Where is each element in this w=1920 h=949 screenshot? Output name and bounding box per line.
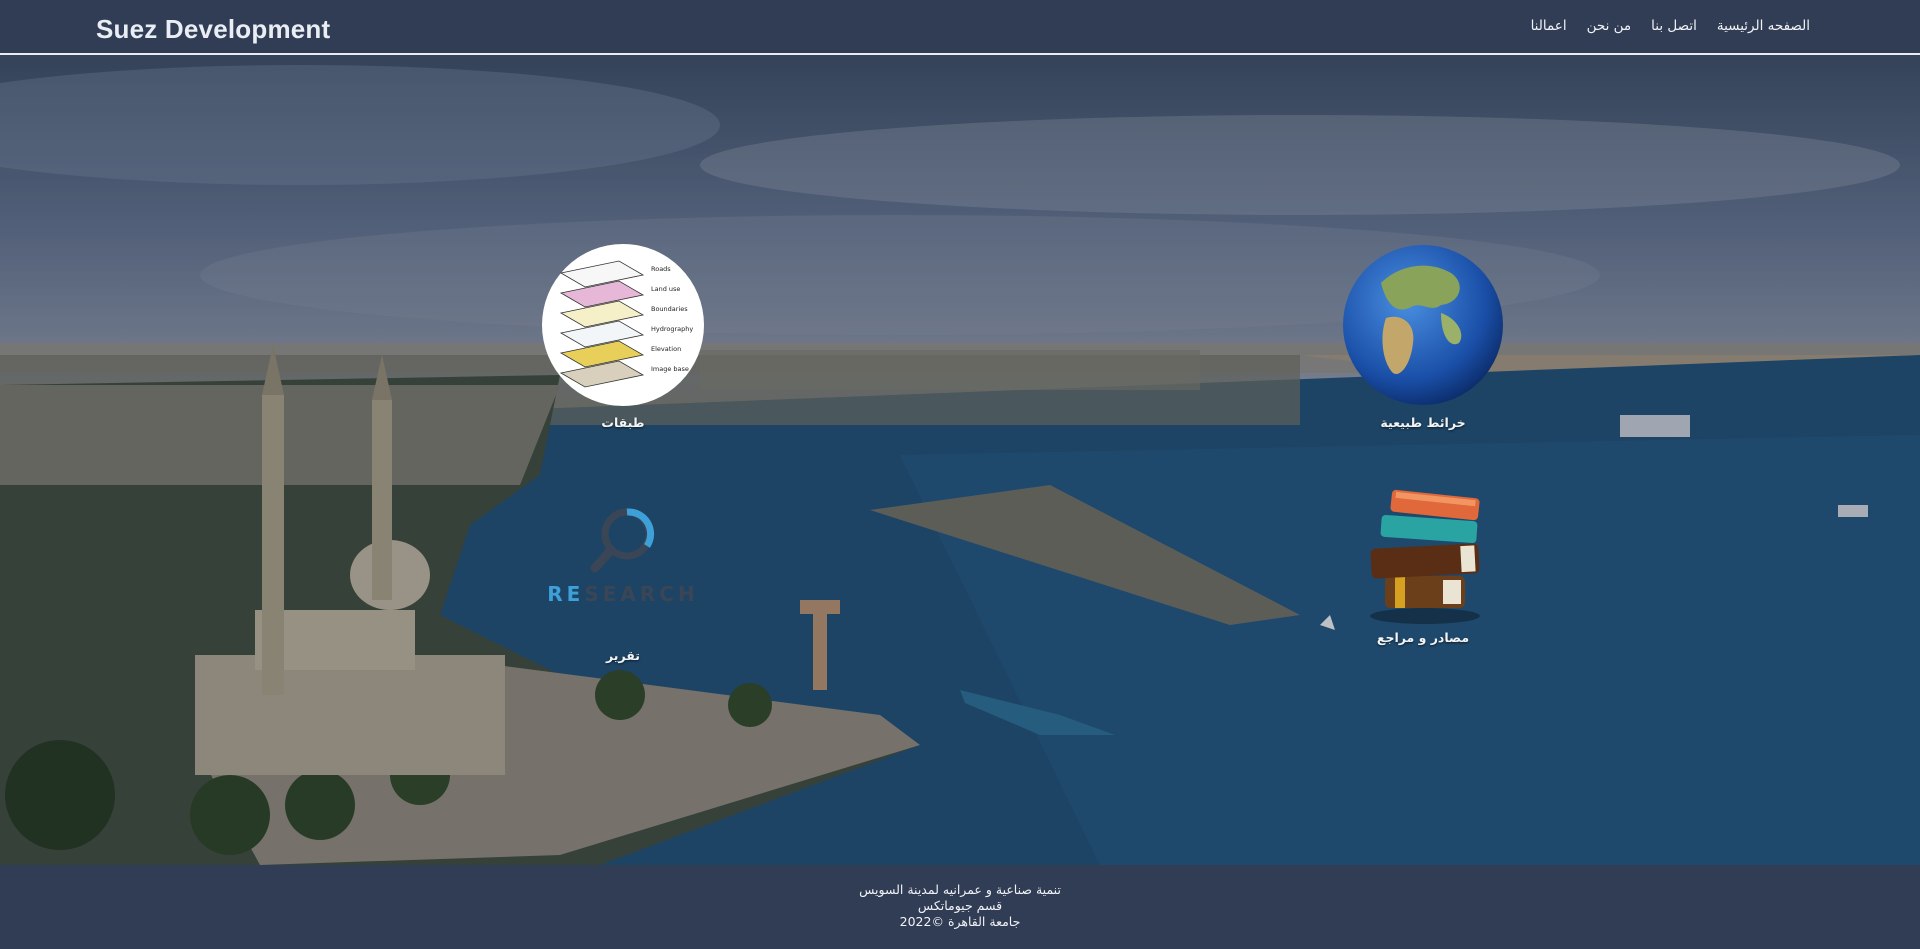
tile-sources[interactable]: مصادر و مراجع [1323,476,1523,645]
footer: تنمية صناعية و عمرانيه لمدينة السويس قسم… [0,865,1920,949]
layer-label-roads: Roads [651,265,671,273]
books-icon [1370,489,1480,624]
navbar: Suez Development الصفحه الرئيسية اتصل بن… [0,0,1920,55]
footer-line-copyright: جامعة القاهرة ©2022 [899,914,1021,929]
research-logo-text: RESEARCH [547,582,699,606]
tile-layers-caption[interactable]: طبقات [523,415,723,430]
layer-label-imagebase: Image base [651,365,689,373]
layer-label-elevation: Elevation [651,345,681,353]
tile-natural-maps-caption[interactable]: خرائط طبيعية [1323,415,1523,430]
tile-sources-caption[interactable]: مصادر و مراجع [1323,630,1523,645]
layer-label-hydrography: Hydrography [651,325,693,333]
tile-layers[interactable]: Roads Land use Boundaries Hydrography El… [523,243,723,430]
tile-natural-maps[interactable]: خرائط طبيعية [1323,243,1523,430]
nav-link-contact[interactable]: اتصل بنا [1651,18,1697,34]
hero-dark-overlay [0,55,1920,865]
tile-report[interactable]: RESEARCH تقرير [523,502,723,663]
layer-label-boundaries: Boundaries [651,305,688,313]
hero-section: Roads Land use Boundaries Hydrography El… [0,55,1920,865]
gis-layers-icon: Roads Land use Boundaries Hydrography El… [542,244,704,406]
nav-link-about[interactable]: من نحن [1587,18,1632,34]
footer-line-department: قسم جيوماتكس [917,898,1003,913]
nav-link-works[interactable]: اعمالنا [1531,18,1567,34]
nav-menu: الصفحه الرئيسية اتصل بنا من نحن اعمالنا [1511,18,1810,34]
globe-icon [1343,245,1503,405]
tile-report-caption[interactable]: تقرير [523,648,723,663]
magnifier-icon [590,508,655,573]
footer-line-project: تنمية صناعية و عمرانيه لمدينة السويس [859,882,1061,897]
brand-link[interactable]: Suez Development [96,14,330,45]
nav-link-home[interactable]: الصفحه الرئيسية [1717,18,1810,34]
layer-label-landuse: Land use [651,285,680,293]
